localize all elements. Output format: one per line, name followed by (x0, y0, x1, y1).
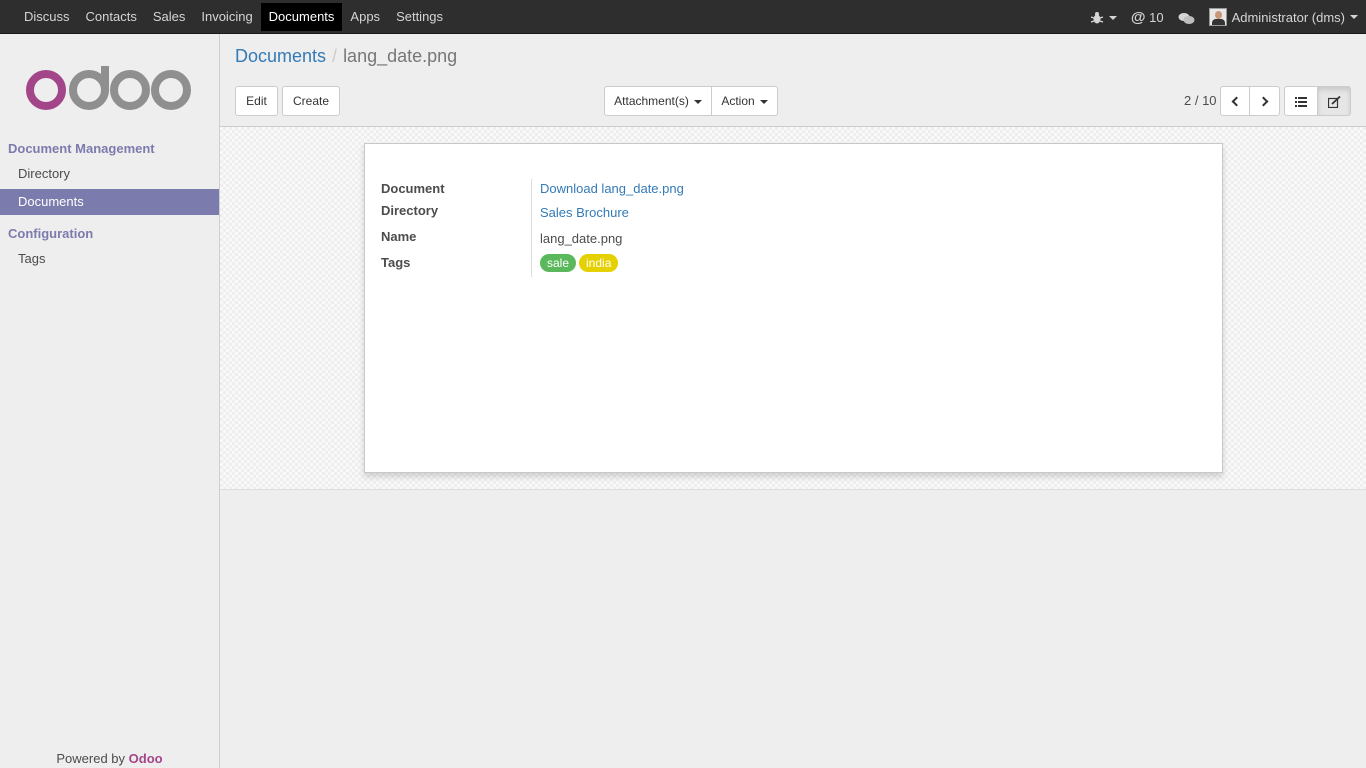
caret-down-icon (1350, 15, 1358, 19)
powered-by: Powered by Odoo (0, 751, 219, 766)
sidebar-item-documents[interactable]: Documents (0, 189, 219, 215)
create-button[interactable]: Create (282, 86, 340, 116)
bug-icon (1090, 11, 1104, 24)
pager-value[interactable]: 2 / 10 (1184, 93, 1217, 108)
edit-form-icon (1327, 95, 1341, 108)
systray: @ 10 Administrator (dms) (1076, 0, 1358, 34)
action-label: Action (721, 94, 755, 108)
directory-link[interactable]: Sales Brochure (540, 205, 629, 220)
odoo-logo[interactable] (25, 66, 195, 116)
menu-contacts[interactable]: Contacts (78, 3, 145, 31)
pager-next-button[interactable] (1249, 86, 1280, 116)
menu-invoicing[interactable]: Invoicing (193, 3, 260, 31)
tag-sale[interactable]: sale (540, 254, 577, 272)
form-view-button[interactable] (1317, 86, 1351, 116)
action-dropdown[interactable]: Action (711, 86, 778, 116)
breadcrumb: Documents / lang_date.png (235, 46, 457, 67)
tags-label: Tags (381, 255, 411, 270)
chevron-right-icon (1258, 96, 1268, 107)
pager-previous-button[interactable] (1220, 86, 1250, 116)
tag-india[interactable]: india (579, 254, 619, 272)
debug-menu[interactable] (1090, 9, 1117, 25)
caret-down-icon (1108, 15, 1117, 20)
section-document-management: Document Management (8, 141, 155, 156)
list-view-button[interactable] (1284, 86, 1318, 116)
user-menu[interactable]: Administrator (dms) (1208, 8, 1358, 26)
avatar (1208, 8, 1227, 26)
directory-label: Directory (381, 203, 439, 218)
chat-menu[interactable] (1178, 9, 1195, 24)
section-configuration: Configuration (8, 226, 94, 241)
breadcrumb-current: lang_date.png (343, 46, 458, 66)
powered-by-text: Powered by (56, 751, 129, 766)
main-menu: Discuss Contacts Sales Invoicing Documen… (16, 3, 451, 31)
document-label: Document (381, 181, 445, 196)
download-document-link[interactable]: Download lang_date.png (540, 181, 684, 196)
mentions-count: 10 (1149, 9, 1164, 25)
menu-sales[interactable]: Sales (145, 3, 194, 31)
list-icon (1295, 96, 1307, 107)
user-name: Administrator (dms) (1231, 9, 1345, 25)
field-divider (531, 179, 532, 277)
mentions-counter[interactable]: @ 10 (1131, 9, 1164, 26)
powered-by-link[interactable]: Odoo (129, 751, 163, 766)
breadcrumb-documents[interactable]: Documents (235, 46, 326, 66)
menu-settings[interactable]: Settings (388, 3, 451, 31)
attachments-label: Attachment(s) (614, 94, 689, 108)
sidebar-item-directory[interactable]: Directory (0, 161, 219, 187)
menu-documents[interactable]: Documents (260, 3, 343, 31)
chat-bubbles-icon (1178, 12, 1195, 24)
top-navbar: Discuss Contacts Sales Invoicing Documen… (0, 0, 1366, 34)
at-icon: @ (1130, 8, 1146, 26)
form-sheet: Document Download lang_date.png Director… (364, 143, 1223, 473)
chevron-left-icon (1231, 96, 1242, 107)
caret-down-icon (693, 99, 702, 104)
name-label: Name (381, 229, 417, 244)
edit-button[interactable]: Edit (235, 86, 278, 116)
menu-discuss[interactable]: Discuss (16, 3, 78, 31)
caret-down-icon (759, 99, 768, 104)
sidebar: Document Management Directory Documents … (0, 34, 220, 768)
attachments-dropdown[interactable]: Attachment(s) (604, 86, 712, 116)
menu-apps[interactable]: Apps (342, 3, 388, 31)
breadcrumb-separator: / (332, 46, 338, 66)
name-value: lang_date.png (540, 231, 623, 246)
tags-list: sale india (540, 254, 621, 272)
sidebar-item-tags[interactable]: Tags (0, 246, 219, 272)
